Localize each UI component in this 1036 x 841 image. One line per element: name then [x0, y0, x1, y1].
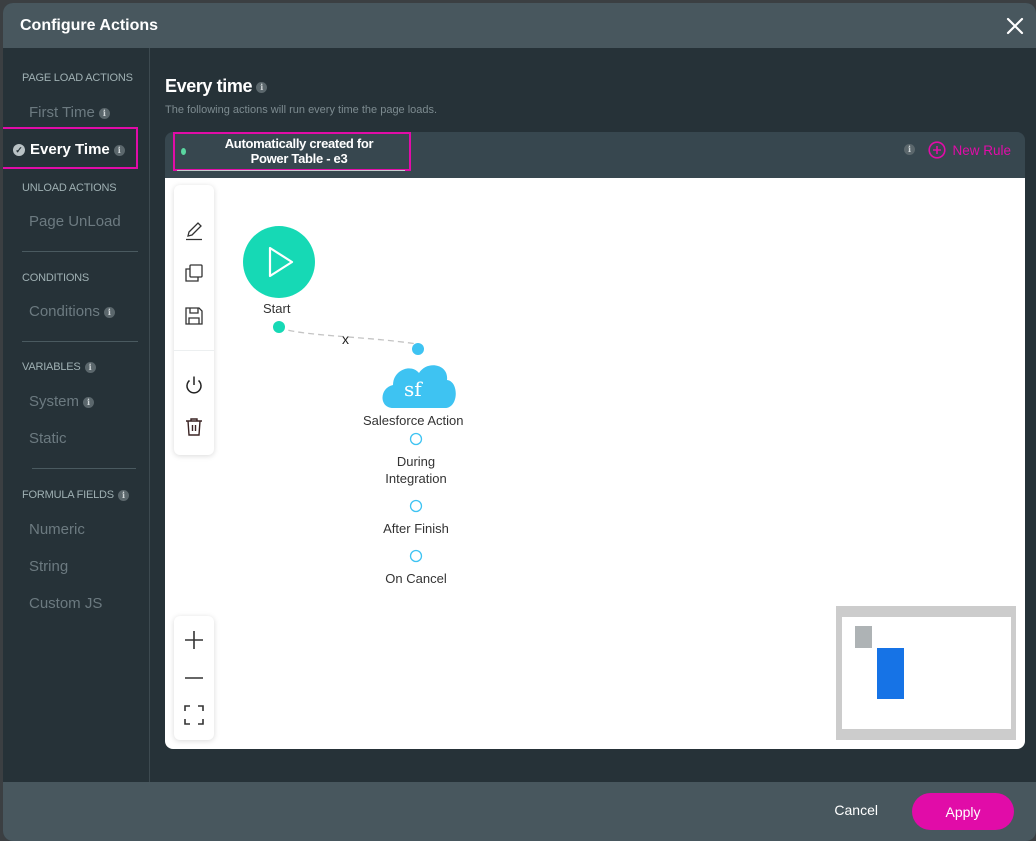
power-icon	[186, 376, 202, 394]
minimap-start-node	[855, 626, 872, 648]
sidebar-item-numeric[interactable]: Numeric	[29, 521, 85, 538]
rule-tab-label-line2: Power Table - e3	[250, 151, 348, 166]
output-label-during-integration: During Integration	[368, 453, 464, 487]
sidebar-item-string[interactable]: String	[29, 558, 68, 575]
minimap-viewport	[842, 617, 1011, 729]
output-label-after-finish: After Finish	[383, 521, 449, 536]
delete-button[interactable]	[182, 415, 206, 439]
sidebar-item-first-time[interactable]: First Time i	[29, 104, 110, 121]
save-button[interactable]	[182, 304, 206, 328]
minus-icon	[185, 677, 203, 679]
divider	[32, 468, 136, 469]
info-icon: i	[113, 144, 125, 156]
cancel-button[interactable]: Cancel	[834, 802, 878, 818]
section-unload-actions: UNLOAD ACTIONS	[22, 182, 117, 194]
info-icon: i	[117, 489, 129, 501]
connector-delete-label[interactable]: x	[342, 331, 349, 347]
section-title-label: FORMULA FIELDS	[22, 489, 114, 501]
check-icon: ✓	[13, 144, 25, 157]
salesforce-icon-text: sf	[404, 377, 422, 401]
section-title-label: VARIABLES	[22, 361, 81, 373]
sidebar-item-system[interactable]: System i	[29, 393, 95, 410]
sidebar-item-label: First Time	[29, 104, 95, 121]
rule-tab-power-table[interactable]: Automatically created for Power Table - …	[173, 132, 411, 171]
sidebar-item-label: System	[29, 393, 80, 410]
close-button[interactable]	[1004, 15, 1026, 37]
rule-tabs-bar: Automatically created for Power Table - …	[165, 132, 1025, 178]
page-title: Every time i	[165, 76, 268, 97]
flow-canvas[interactable]: Start x sf Salesforce Action During Inte…	[165, 178, 1025, 749]
sidebar-item-every-time[interactable]: ✓ Every Time i	[13, 141, 125, 158]
info-icon: i	[98, 107, 110, 119]
duplicate-button[interactable]	[182, 261, 206, 285]
trash-icon	[186, 418, 202, 436]
fit-screen-icon	[184, 705, 204, 725]
start-output-port	[273, 321, 285, 333]
start-node	[243, 226, 315, 298]
divider	[22, 251, 138, 252]
new-rule-button[interactable]: New Rule	[928, 141, 1011, 159]
plus-circle-icon	[928, 141, 947, 159]
info-icon: i	[904, 144, 915, 155]
configure-actions-modal: Configure Actions PAGE LOAD ACTIONS Firs…	[3, 3, 1036, 841]
pencil-icon	[186, 222, 202, 241]
action-input-port	[412, 343, 424, 355]
zoom-in-button[interactable]	[182, 628, 206, 652]
fit-screen-button[interactable]	[182, 703, 206, 727]
info-icon: i	[256, 81, 268, 93]
sidebar-item-label: String	[29, 558, 69, 575]
sidebar: PAGE LOAD ACTIONS First Time i ✓ Every Tim…	[3, 48, 150, 782]
main-panel: Every time i The following actions will r…	[151, 48, 1036, 782]
action-node-label: Salesforce Action	[363, 413, 464, 428]
modal-title: Configure Actions	[20, 17, 159, 34]
output-port-during-integration	[409, 432, 423, 446]
sidebar-item-custom-js[interactable]: Custom JS	[29, 595, 102, 612]
zoom-out-button[interactable]	[182, 666, 206, 690]
toggle-button[interactable]	[182, 373, 206, 397]
modal-header: Configure Actions	[3, 3, 1036, 48]
toolbar-divider	[174, 350, 214, 351]
plus-icon	[185, 631, 203, 649]
info-icon: i	[103, 306, 115, 318]
sidebar-item-label: Conditions	[29, 303, 100, 320]
minimap[interactable]	[836, 606, 1016, 740]
section-formula-fields: FORMULA FIELDS i	[22, 489, 129, 501]
modal-footer: Cancel Apply	[3, 782, 1036, 841]
start-node-label: Start	[263, 301, 291, 316]
sidebar-item-label: Custom JS	[29, 595, 103, 612]
output-label-line1: During	[396, 454, 436, 469]
section-page-load-actions: PAGE LOAD ACTIONS	[22, 72, 133, 84]
page-subtitle: The following actions will run every tim…	[165, 104, 438, 116]
canvas-toolbar	[174, 185, 214, 455]
output-port-on-cancel	[409, 549, 423, 563]
copy-icon	[185, 264, 203, 282]
output-label-line2: Integration	[385, 471, 447, 486]
output-port-after-finish	[409, 499, 423, 513]
edit-button[interactable]	[182, 219, 206, 243]
section-variables: VARIABLES i	[22, 361, 96, 373]
rule-tab-label: Automatically created for Power Table - …	[195, 136, 403, 166]
page-title-text: Every time	[165, 76, 253, 96]
sidebar-item-label: Static	[29, 430, 67, 447]
output-label-on-cancel: On Cancel	[385, 571, 447, 586]
sidebar-item-static[interactable]: Static	[29, 430, 67, 447]
sidebar-item-label: Every Time	[30, 141, 110, 158]
rule-tab-underline	[177, 170, 405, 171]
sidebar-item-conditions[interactable]: Conditions i	[29, 303, 115, 320]
divider	[22, 341, 138, 342]
info-icon: i	[84, 361, 96, 373]
minimap-action-node	[877, 648, 904, 699]
rule-status-dot	[181, 148, 186, 155]
save-icon	[185, 307, 203, 325]
sidebar-item-label: Page UnLoad	[29, 213, 121, 230]
close-icon	[1006, 17, 1024, 35]
zoom-controls	[174, 616, 214, 740]
info-icon: i	[83, 396, 95, 408]
section-conditions: CONDITIONS	[22, 272, 90, 284]
new-rule-label: New Rule	[952, 142, 1011, 158]
sidebar-item-page-unload[interactable]: Page UnLoad	[29, 213, 121, 230]
rule-tab-label-line1: Automatically created for	[224, 136, 374, 151]
sidebar-item-label: Numeric	[29, 521, 85, 538]
apply-button[interactable]: Apply	[912, 793, 1014, 830]
